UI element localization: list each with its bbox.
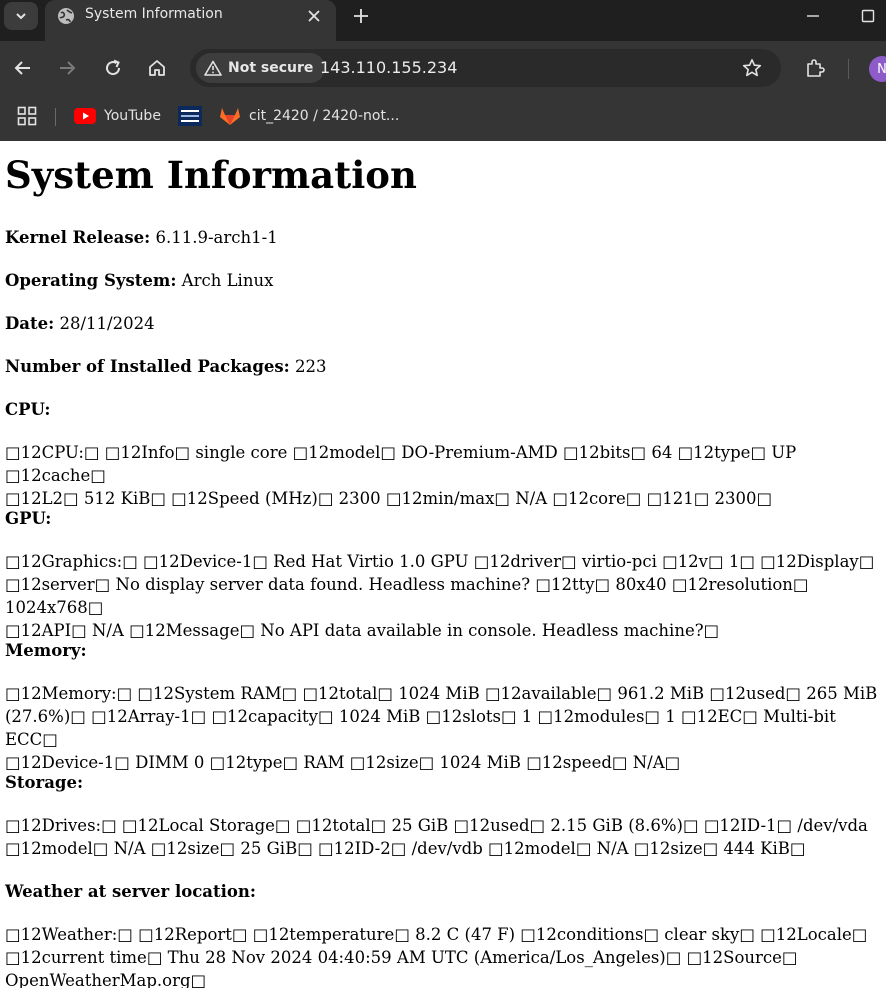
page-content: System Information Kernel Release: 6.11.… (0, 141, 886, 988)
forward-button[interactable] (55, 56, 79, 80)
bcit-logo-icon (178, 106, 202, 126)
navigation-toolbar: Not secure 143.110.155.234 N (0, 41, 886, 95)
star-icon (742, 59, 762, 77)
date-value: 28/11/2024 (59, 314, 155, 333)
gpu-details: □12Graphics:□ □12Device-1□ Red Hat Virti… (5, 552, 875, 640)
arrow-right-icon (60, 61, 76, 75)
reload-icon (106, 59, 121, 76)
cpu-heading: CPU: (5, 400, 51, 419)
maximize-icon (861, 9, 875, 23)
window-maximize-button[interactable] (857, 6, 879, 26)
tab-close-button[interactable] (304, 6, 324, 26)
bookmark-youtube[interactable]: YouTube (74, 104, 161, 128)
packages-label: Number of Installed Packages: (5, 357, 290, 376)
storage-details: □12Drives:□ □12Local Storage□ □12total□ … (5, 816, 868, 858)
apps-grid-icon[interactable] (17, 106, 37, 126)
bookmark-star-button[interactable] (741, 57, 763, 79)
os-value: Arch Linux (181, 271, 274, 290)
date-row: Date: 28/11/2024 (5, 312, 155, 335)
tab-title: System Information (85, 6, 223, 22)
packages-value: 223 (294, 357, 327, 376)
bookmark-gitlab-label: cit_2420 / 2420-not... (249, 108, 400, 124)
browser-chrome: System Information Not secure 143.110.15… (0, 0, 886, 141)
home-icon (149, 60, 165, 76)
tab-system-information[interactable]: System Information (45, 0, 336, 41)
bookmarks-separator (55, 108, 56, 126)
storage-heading: Storage: (5, 773, 84, 792)
toolbar-divider (848, 59, 849, 79)
bookmark-bcit[interactable] (178, 104, 202, 128)
tab-strip: System Information (0, 0, 886, 41)
puzzle-icon (807, 59, 825, 77)
profile-avatar[interactable]: N (869, 56, 886, 82)
warning-icon (204, 60, 222, 76)
plus-icon (354, 9, 368, 23)
weather-heading: Weather at server location: (5, 882, 256, 901)
close-icon (308, 10, 320, 22)
chevron-down-icon (16, 13, 26, 20)
weather-details: □12Weather:□ □12Report□ □12temperature□ … (5, 925, 868, 988)
tab-search-button[interactable] (4, 2, 38, 30)
kernel-value: 6.11.9-arch1-1 (155, 228, 278, 247)
security-label: Not secure (228, 60, 314, 76)
cpu-details: □12CPU:□ □12Info□ single core □12model□ … (5, 443, 797, 508)
kernel-row: Kernel Release: 6.11.9-arch1-1 (5, 226, 278, 249)
os-label: Operating System: (5, 271, 177, 290)
extensions-button[interactable] (803, 56, 827, 80)
memory-heading: Memory: (5, 641, 87, 660)
back-button[interactable] (11, 56, 35, 80)
packages-row: Number of Installed Packages: 223 (5, 355, 326, 378)
globe-icon (58, 8, 74, 24)
page-title: System Information (5, 153, 417, 197)
gitlab-icon (220, 108, 240, 125)
memory-details: □12Memory:□ □12System RAM□ □12total□ 102… (5, 684, 878, 772)
arrow-left-icon (14, 61, 30, 75)
address-bar[interactable]: Not secure 143.110.155.234 (190, 49, 781, 87)
bookmarks-bar: YouTube cit_2420 / 2420-not... (0, 95, 886, 141)
new-tab-button[interactable] (350, 5, 372, 27)
youtube-icon (74, 108, 96, 124)
date-label: Date: (5, 314, 55, 333)
window-minimize-button[interactable] (802, 6, 824, 26)
bookmark-gitlab[interactable]: cit_2420 / 2420-not... (219, 104, 399, 128)
url-text: 143.110.155.234 (320, 58, 458, 77)
minimize-icon (807, 15, 819, 17)
reload-button[interactable] (101, 56, 125, 80)
gpu-heading: GPU: (5, 509, 52, 528)
bookmark-youtube-label: YouTube (104, 108, 161, 124)
home-button[interactable] (145, 56, 169, 80)
os-row: Operating System: Arch Linux (5, 269, 273, 292)
kernel-label: Kernel Release: (5, 228, 151, 247)
security-indicator[interactable]: Not secure (196, 53, 326, 83)
